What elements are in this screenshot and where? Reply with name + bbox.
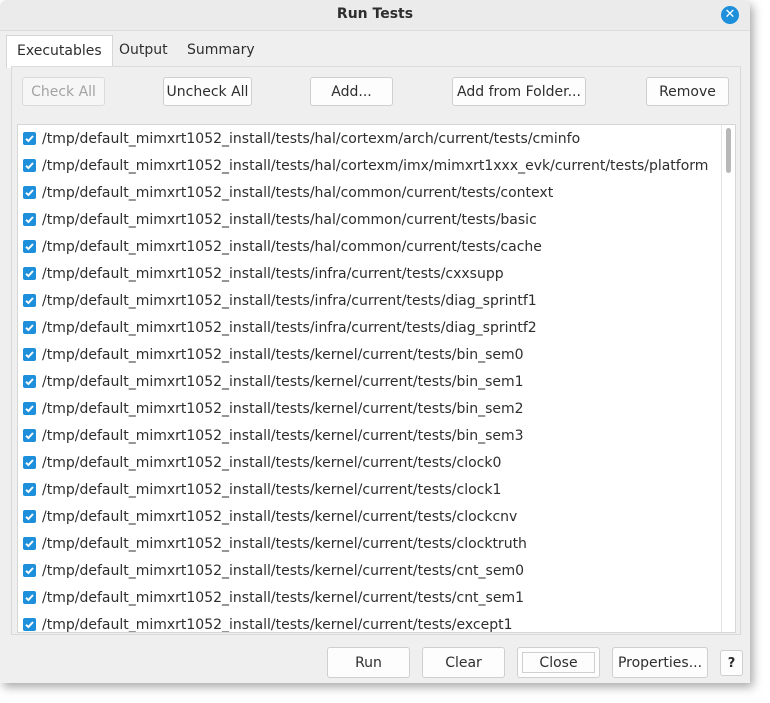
check-all-button[interactable]: Check All bbox=[22, 77, 105, 106]
checkmark-icon bbox=[25, 243, 34, 251]
checkmark-icon bbox=[25, 621, 34, 629]
executable-path: /tmp/default_mimxrt1052_install/tests/ke… bbox=[42, 536, 527, 552]
checkmark-icon bbox=[25, 405, 34, 413]
list-item[interactable]: /tmp/default_mimxrt1052_install/tests/ke… bbox=[18, 369, 718, 396]
checkmark-icon bbox=[25, 540, 34, 548]
executable-path: /tmp/default_mimxrt1052_install/tests/ha… bbox=[42, 239, 542, 255]
executable-path: /tmp/default_mimxrt1052_install/tests/ha… bbox=[42, 131, 581, 147]
properties-button[interactable]: Properties... bbox=[612, 647, 708, 678]
checkmark-icon bbox=[25, 594, 34, 602]
uncheck-all-button[interactable]: Uncheck All bbox=[163, 77, 252, 106]
checkbox[interactable] bbox=[23, 537, 36, 550]
checkbox[interactable] bbox=[23, 132, 36, 145]
executable-path: /tmp/default_mimxrt1052_install/tests/ke… bbox=[42, 482, 502, 498]
window-title: Run Tests bbox=[336, 6, 414, 22]
list-item[interactable]: /tmp/default_mimxrt1052_install/tests/ha… bbox=[18, 207, 718, 234]
checkbox[interactable] bbox=[23, 240, 36, 253]
checkbox[interactable] bbox=[23, 267, 36, 280]
list-item[interactable]: /tmp/default_mimxrt1052_install/tests/ke… bbox=[18, 396, 718, 423]
executable-path: /tmp/default_mimxrt1052_install/tests/ke… bbox=[42, 428, 524, 444]
list-item[interactable]: /tmp/default_mimxrt1052_install/tests/ke… bbox=[18, 531, 718, 558]
run-button[interactable]: Run bbox=[327, 647, 410, 678]
checkbox[interactable] bbox=[23, 483, 36, 496]
checkbox[interactable] bbox=[23, 294, 36, 307]
close-button[interactable]: Close bbox=[517, 647, 600, 678]
list-item[interactable]: /tmp/default_mimxrt1052_install/tests/ke… bbox=[18, 585, 718, 612]
executable-path: /tmp/default_mimxrt1052_install/tests/ke… bbox=[42, 455, 502, 471]
executable-path: /tmp/default_mimxrt1052_install/tests/ke… bbox=[42, 617, 513, 633]
remove-button[interactable]: Remove bbox=[646, 77, 729, 106]
checkbox[interactable] bbox=[23, 429, 36, 442]
checkbox[interactable] bbox=[23, 159, 36, 172]
checkbox[interactable] bbox=[23, 510, 36, 523]
list-item[interactable]: /tmp/default_mimxrt1052_install/tests/ke… bbox=[18, 423, 718, 450]
list-item[interactable]: /tmp/default_mimxrt1052_install/tests/in… bbox=[18, 261, 718, 288]
checkbox[interactable] bbox=[23, 321, 36, 334]
run-tests-dialog: Run Tests ✕ Executables Output Summary C… bbox=[0, 0, 750, 683]
checkmark-icon bbox=[25, 297, 34, 305]
add-from-folder-button[interactable]: Add from Folder... bbox=[452, 77, 586, 106]
checkbox[interactable] bbox=[23, 375, 36, 388]
executable-path: /tmp/default_mimxrt1052_install/tests/in… bbox=[42, 320, 537, 336]
tab-summary[interactable]: Summary bbox=[177, 35, 265, 66]
close-icon: ✕ bbox=[724, 7, 736, 22]
tab-executables[interactable]: Executables bbox=[6, 35, 113, 68]
checkmark-icon bbox=[25, 324, 34, 332]
checkbox[interactable] bbox=[23, 591, 36, 604]
list-item[interactable]: /tmp/default_mimxrt1052_install/tests/in… bbox=[18, 315, 718, 342]
checkmark-icon bbox=[25, 567, 34, 575]
list-item[interactable]: /tmp/default_mimxrt1052_install/tests/ha… bbox=[18, 234, 718, 261]
checkbox[interactable] bbox=[23, 456, 36, 469]
executable-path: /tmp/default_mimxrt1052_install/tests/in… bbox=[42, 266, 504, 282]
list-item[interactable]: /tmp/default_mimxrt1052_install/tests/ke… bbox=[18, 477, 718, 504]
executable-path: /tmp/default_mimxrt1052_install/tests/ke… bbox=[42, 563, 525, 579]
clear-button[interactable]: Clear bbox=[422, 647, 505, 678]
close-window-button[interactable]: ✕ bbox=[721, 6, 739, 24]
executable-path: /tmp/default_mimxrt1052_install/tests/ha… bbox=[42, 185, 554, 201]
checkmark-icon bbox=[25, 189, 34, 197]
list-item[interactable]: /tmp/default_mimxrt1052_install/tests/ke… bbox=[18, 342, 718, 369]
executable-path: /tmp/default_mimxrt1052_install/tests/ke… bbox=[42, 401, 524, 417]
executable-path: /tmp/default_mimxrt1052_install/tests/ke… bbox=[42, 509, 518, 525]
checkbox[interactable] bbox=[23, 348, 36, 361]
checkmark-icon bbox=[25, 513, 34, 521]
title-bar: Run Tests ✕ bbox=[0, 0, 750, 31]
executable-path: /tmp/default_mimxrt1052_install/tests/ke… bbox=[42, 374, 524, 390]
executable-path: /tmp/default_mimxrt1052_install/tests/ha… bbox=[42, 158, 709, 174]
add-button[interactable]: Add... bbox=[310, 77, 393, 106]
list-item[interactable]: /tmp/default_mimxrt1052_install/tests/ha… bbox=[18, 126, 718, 153]
checkbox[interactable] bbox=[23, 402, 36, 415]
default-button-focus-frame bbox=[522, 652, 595, 673]
list-item[interactable]: /tmp/default_mimxrt1052_install/tests/ke… bbox=[18, 558, 718, 585]
list-item[interactable]: /tmp/default_mimxrt1052_install/tests/ke… bbox=[18, 450, 718, 477]
checkbox[interactable] bbox=[23, 213, 36, 226]
checkmark-icon bbox=[25, 486, 34, 494]
checkmark-icon bbox=[25, 216, 34, 224]
executables-list[interactable]: /tmp/default_mimxrt1052_install/tests/ha… bbox=[17, 124, 736, 633]
list-item[interactable]: /tmp/default_mimxrt1052_install/tests/ke… bbox=[18, 612, 718, 633]
scrollbar-thumb[interactable] bbox=[726, 128, 731, 173]
checkmark-icon bbox=[25, 351, 34, 359]
checkmark-icon bbox=[25, 459, 34, 467]
list-item[interactable]: /tmp/default_mimxrt1052_install/tests/ha… bbox=[18, 153, 718, 180]
list-item[interactable]: /tmp/default_mimxrt1052_install/tests/ha… bbox=[18, 180, 718, 207]
checkbox[interactable] bbox=[23, 186, 36, 199]
help-button[interactable]: ? bbox=[720, 650, 743, 676]
list-item[interactable]: /tmp/default_mimxrt1052_install/tests/ke… bbox=[18, 504, 718, 531]
checkmark-icon bbox=[25, 162, 34, 170]
tab-output[interactable]: Output bbox=[109, 35, 178, 66]
list-item[interactable]: /tmp/default_mimxrt1052_install/tests/in… bbox=[18, 288, 718, 315]
vertical-scrollbar[interactable] bbox=[721, 125, 735, 632]
executable-path: /tmp/default_mimxrt1052_install/tests/in… bbox=[42, 293, 537, 309]
checkmark-icon bbox=[25, 432, 34, 440]
checkmark-icon bbox=[25, 135, 34, 143]
checkbox[interactable] bbox=[23, 618, 36, 631]
checkbox[interactable] bbox=[23, 564, 36, 577]
executable-path: /tmp/default_mimxrt1052_install/tests/ke… bbox=[42, 347, 524, 363]
checkmark-icon bbox=[25, 270, 34, 278]
checkmark-icon bbox=[25, 378, 34, 386]
executable-path: /tmp/default_mimxrt1052_install/tests/ke… bbox=[42, 590, 525, 606]
executable-path: /tmp/default_mimxrt1052_install/tests/ha… bbox=[42, 212, 537, 228]
